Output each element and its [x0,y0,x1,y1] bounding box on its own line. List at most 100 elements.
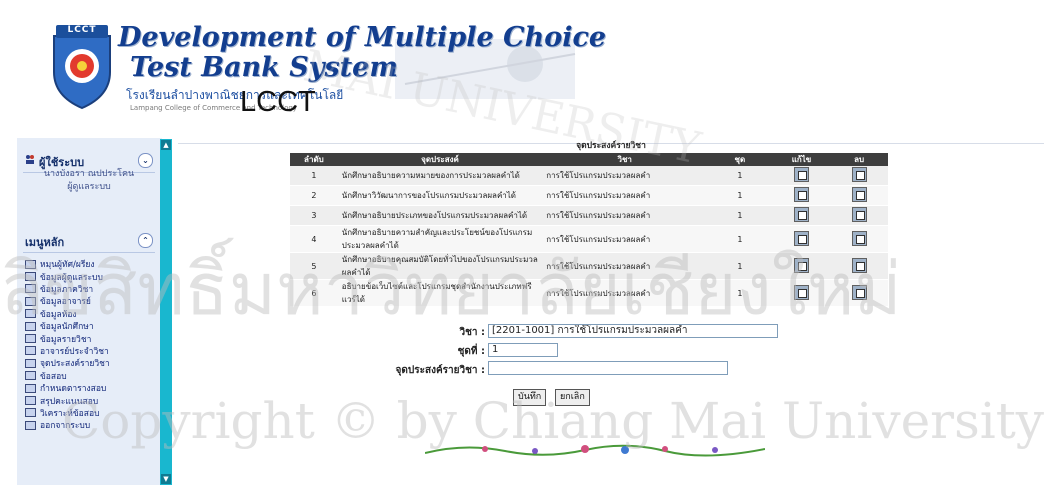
row-objective: นักศึกษาอธิบายคุณสมบัติโดยทั่วไปของโปรแก… [337,252,543,280]
delete-icon[interactable] [851,284,867,300]
menu-bullet-icon [25,371,36,381]
menu-item[interactable]: ข้อมูลภาควิชา [25,283,160,295]
menu-item[interactable]: ข้อมูลผู้ดูแลระบบ [25,270,160,283]
edit-cell [772,205,831,226]
delete-icon[interactable] [851,257,867,273]
row-set: 1 [707,279,773,307]
row-objective: นักศึกษาวิวัฒนาการของโปรแกรมประมวลผลคำได… [337,185,543,206]
objectives-table: ลำดับ จุดประสงค์ วิชา ชุด แก้ไข ลบ 1 นัก… [290,153,888,307]
edit-cell [772,252,831,280]
delete-icon[interactable] [851,167,867,182]
row-set: 1 [707,185,773,206]
delete-cell [830,279,888,307]
delete-icon[interactable] [851,187,867,202]
subject-field[interactable]: [2201-1001] การใช้โปรแกรมประมวลผลคำ [488,324,778,338]
set-number-field[interactable]: 1 [488,343,558,357]
menu-item[interactable]: หมุนผู้ทัศ/ผรียง [25,258,160,270]
menu-item[interactable]: จุดประสงค์รายวิชา [25,357,160,369]
scroll-down-icon[interactable]: ▼ [161,474,171,484]
menu-bullet-icon [25,420,36,430]
row-no: 5 [290,252,338,280]
row-no: 4 [290,225,338,253]
row-set: 1 [707,252,773,280]
table-row: 5 นักศึกษาอธิบายคุณสมบัติโดยทั่วไปของโปร… [290,252,888,280]
menu-panel-title: เมนูหลัก [25,236,65,249]
menu-bullet-icon [25,346,36,356]
table-row: 3 นักศึกษาอธิบายประเภทของโปรแกรมประมวลผล… [290,205,888,226]
set-number-label: ชุดที่ : [457,346,485,357]
main-menu: หมุนผู้ทัศ/ผรียง ข้อมูลผู้ดูแลระบบ ข้อมู… [25,258,160,431]
page-title: จุดประสงค์รายวิชา [576,141,646,151]
menu-panel-header[interactable]: เมนูหลัก ⌃ [23,230,155,250]
menu-item[interactable]: อาจารย์ประจำวิชา [25,345,160,357]
collapse-toggle-icon[interactable]: ⌄ [138,153,153,168]
row-subject: การใช้โปรแกรมประมวลผลคำ [542,205,708,226]
system-title-line2: Test Bank System [130,52,398,83]
row-subject: การใช้โปรแกรมประมวลผลคำ [542,225,708,253]
menu-item[interactable]: ข้อมูลรายวิชา [25,332,160,345]
menu-bullet-icon [25,395,36,405]
menu-bullet-icon [25,334,36,344]
table-header-row: ลำดับ จุดประสงค์ วิชา ชุด แก้ไข ลบ [290,153,888,166]
edit-icon[interactable] [793,207,809,222]
sidebar-scrollbar[interactable]: ▲ ▼ [160,139,172,485]
col-header-set: ชุด [707,153,773,166]
delete-cell [830,166,888,186]
logged-in-user: นางบังอรา ณปประโคน ผู้ดูแลระบบ [29,168,149,194]
objective-label: จุดประสงค์รายวิชา : [395,365,485,376]
menu-bullet-icon [25,358,36,368]
cancel-button[interactable]: ยกเลิก [555,389,590,406]
delete-cell [830,205,888,226]
user-role: ผู้ดูแลระบบ [67,182,111,192]
menu-item[interactable]: ข้อมูลนักศึกษา [25,320,160,332]
delete-cell [830,252,888,280]
col-header-objective: จุดประสงค์ [337,153,543,166]
row-set: 1 [707,166,773,186]
menu-item[interactable]: ข้อมูลห้อง [25,308,160,320]
page-header: LCCT Development of Multiple Choice Test… [30,18,606,138]
menu-bullet-icon [25,259,36,269]
system-title-line1: Development of Multiple Choice [118,22,607,53]
sidebar: ผู้ใช้ระบบ ⌄ นางบังอรา ณปประโคน ผู้ดูแลร… [17,138,172,485]
menu-bullet-icon [25,309,36,319]
floral-divider [425,444,765,457]
row-objective: นักศึกษาอธิบายความสำคัญและประโยชน์ของโปร… [337,225,543,253]
objective-field[interactable] [488,361,728,375]
col-header-subject: วิชา [542,153,708,166]
menu-item[interactable]: วิเคราะห์ข้อสอบ [25,407,160,419]
divider [23,252,155,253]
table-row: 4 นักศึกษาอธิบายความสำคัญและประโยชน์ของโ… [290,225,888,253]
save-button[interactable]: บันทึก [513,389,547,406]
row-no: 1 [290,166,338,186]
logo-text: LCCT [56,25,108,38]
edit-icon[interactable] [793,257,809,273]
edit-icon[interactable] [793,187,809,202]
edit-cell [772,279,831,307]
row-subject: การใช้โปรแกรมประมวลผลคำ [542,185,708,206]
scroll-up-icon[interactable]: ▲ [161,140,171,150]
row-no: 3 [290,205,338,226]
menu-item[interactable]: ข้อมูลอาจารย์ [25,295,160,307]
menu-item[interactable]: กำหนดตารางสอบ [25,382,160,394]
edit-cell [772,185,831,206]
menu-item[interactable]: สรุปคะแนนสอบ [25,394,160,407]
menu-item[interactable]: ออกจากระบบ [25,419,160,431]
row-objective: อธิบายข้อเว็บไซต์และโปรแกรมชุดสำนักงานปร… [337,279,543,307]
menu-bullet-icon [25,296,36,306]
table-row: 1 นักศึกษาอธิบายความหมายของการประมวลผลคำ… [290,166,888,186]
menu-item[interactable]: ข้อสอบ [25,370,160,382]
user-panel-header[interactable]: ผู้ใช้ระบบ ⌄ [23,150,155,170]
menu-bullet-icon [25,284,36,294]
college-logo: LCCT [48,22,116,110]
row-subject: การใช้โปรแกรมประมวลผลคำ [542,279,708,307]
delete-icon[interactable] [851,230,867,246]
collapse-toggle-icon[interactable]: ⌃ [138,233,153,248]
table-row: 6 อธิบายข้อเว็บไซต์และโปรแกรมชุดสำนักงาน… [290,279,888,307]
delete-icon[interactable] [851,207,867,222]
edit-icon[interactable] [793,284,809,300]
edit-icon[interactable] [793,167,809,182]
users-icon [26,155,34,164]
edit-icon[interactable] [793,230,809,246]
edit-cell [772,166,831,186]
row-no: 2 [290,185,338,206]
